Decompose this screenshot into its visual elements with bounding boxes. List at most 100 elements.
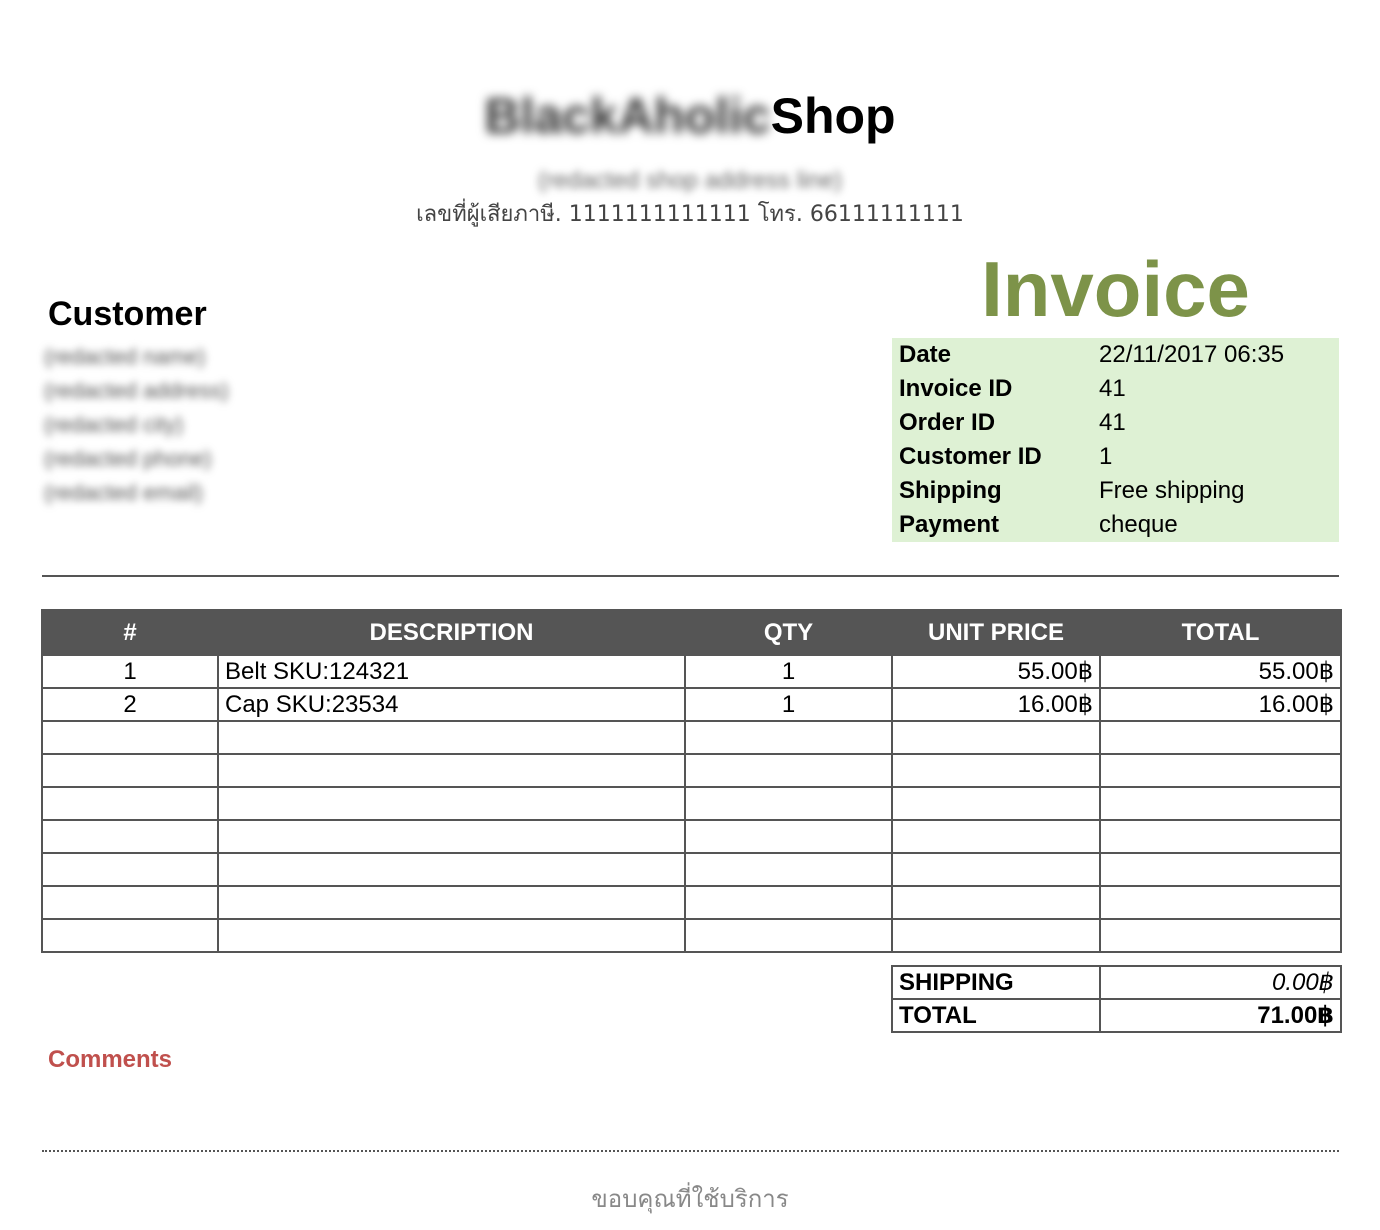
cell-number xyxy=(41,885,219,920)
customer-phone: (redacted phone) xyxy=(44,446,212,471)
cell-total xyxy=(1099,720,1342,755)
cell-number: 1 xyxy=(41,654,219,689)
cell-total xyxy=(1099,852,1342,887)
table-row xyxy=(41,852,1342,887)
meta-value: 41 xyxy=(1099,409,1126,436)
table-row xyxy=(41,753,1342,788)
cell-total: 16.00฿ xyxy=(1099,687,1342,722)
cell-qty: 1 xyxy=(684,654,893,689)
meta-row-invoice-id: Invoice ID 41 xyxy=(892,372,1339,406)
cell-qty xyxy=(684,753,893,788)
cell-total xyxy=(1099,819,1342,854)
customer-city: (redacted city) xyxy=(44,412,184,437)
table-row xyxy=(41,786,1342,821)
summary-row-total: TOTAL 71.00฿ xyxy=(891,998,1342,1033)
cell-total xyxy=(1099,885,1342,920)
cell-number xyxy=(41,918,219,953)
cell-qty xyxy=(684,852,893,887)
customer-email: (redacted email) xyxy=(44,480,203,505)
column-header-unit-price: UNIT PRICE xyxy=(891,609,1101,656)
meta-row-shipping: Shipping Free shipping xyxy=(892,474,1339,508)
meta-row-date: Date 22/11/2017 06:35 xyxy=(892,338,1339,372)
items-header-row: # DESCRIPTION QTY UNIT PRICE TOTAL xyxy=(41,609,1342,656)
meta-row-customer-id: Customer ID 1 xyxy=(892,440,1339,474)
table-row xyxy=(41,918,1342,953)
summary-row-shipping: SHIPPING 0.00฿ xyxy=(891,965,1342,1000)
invoice-meta-box: Date 22/11/2017 06:35 Invoice ID 41 Orde… xyxy=(892,338,1339,542)
cell-unit-price: 16.00฿ xyxy=(891,687,1101,722)
column-header-description: DESCRIPTION xyxy=(217,609,686,656)
shop-title: BlackAholicShop xyxy=(0,86,1380,146)
cell-unit-price xyxy=(891,885,1101,920)
meta-label: Order ID xyxy=(899,409,996,436)
meta-value: cheque xyxy=(1099,511,1178,538)
total-label: TOTAL xyxy=(891,998,1101,1033)
cell-description xyxy=(217,753,686,788)
shipping-label: SHIPPING xyxy=(891,965,1101,1000)
cell-total xyxy=(1099,786,1342,821)
shop-tax-line: เลขที่ผู้เสียภาษี. 1111111111111 โทร. 66… xyxy=(416,202,964,227)
meta-label: Payment xyxy=(899,511,1000,538)
column-header-qty: QTY xyxy=(684,609,893,656)
cell-qty xyxy=(684,885,893,920)
cell-number xyxy=(41,720,219,755)
cell-number xyxy=(41,819,219,854)
cell-description xyxy=(217,720,686,755)
meta-row-order-id: Order ID 41 xyxy=(892,406,1339,440)
thank-you-message: ขอบคุณที่ใช้บริการ xyxy=(591,1185,789,1213)
cell-unit-price: 55.00฿ xyxy=(891,654,1101,689)
cell-qty xyxy=(684,819,893,854)
customer-details-redacted: (redacted name) (redacted address) (reda… xyxy=(44,340,229,510)
column-header-total: TOTAL xyxy=(1099,609,1342,656)
cell-number: 2 xyxy=(41,687,219,722)
cell-qty xyxy=(684,918,893,953)
summary-table: SHIPPING 0.00฿ TOTAL 71.00฿ xyxy=(891,965,1342,1033)
meta-label: Customer ID xyxy=(899,443,1042,470)
cell-unit-price xyxy=(891,819,1101,854)
table-row xyxy=(41,819,1342,854)
comments-label: Comments xyxy=(48,1046,173,1073)
meta-label: Invoice ID xyxy=(899,375,1013,402)
customer-heading: Customer xyxy=(48,295,207,333)
cell-number xyxy=(41,753,219,788)
shipping-value: 0.00฿ xyxy=(1099,965,1342,1000)
cell-total: 55.00฿ xyxy=(1099,654,1342,689)
customer-address: (redacted address) xyxy=(44,378,229,403)
meta-value: 41 xyxy=(1099,375,1126,402)
meta-row-payment: Payment cheque xyxy=(892,508,1339,542)
items-table: # DESCRIPTION QTY UNIT PRICE TOTAL 1 Bel… xyxy=(41,609,1342,953)
cell-qty xyxy=(684,786,893,821)
cell-number xyxy=(41,786,219,821)
total-value: 71.00฿ xyxy=(1099,998,1342,1033)
meta-label: Shipping xyxy=(899,477,1002,504)
cell-total xyxy=(1099,918,1342,953)
cell-total xyxy=(1099,753,1342,788)
column-header-number: # xyxy=(41,609,219,656)
table-row xyxy=(41,885,1342,920)
customer-name: (redacted name) xyxy=(44,344,206,369)
shop-name-redacted: BlackAholic xyxy=(484,88,771,144)
cell-qty xyxy=(684,720,893,755)
shop-name: Shop xyxy=(770,88,896,144)
cell-unit-price xyxy=(891,852,1101,887)
cell-description xyxy=(217,918,686,953)
cell-unit-price xyxy=(891,918,1101,953)
header-divider xyxy=(42,575,1339,577)
cell-qty: 1 xyxy=(684,687,893,722)
table-row xyxy=(41,720,1342,755)
meta-label: Date xyxy=(899,341,952,368)
table-row: 1 Belt SKU:124321 1 55.00฿ 55.00฿ xyxy=(41,654,1342,689)
cell-description xyxy=(217,885,686,920)
cell-description xyxy=(217,786,686,821)
meta-value: 22/11/2017 06:35 xyxy=(1099,341,1285,368)
table-row: 2 Cap SKU:23534 1 16.00฿ 16.00฿ xyxy=(41,687,1342,722)
cell-description: Cap SKU:23534 xyxy=(217,687,686,722)
cell-description xyxy=(217,852,686,887)
cell-unit-price xyxy=(891,753,1101,788)
footer-divider xyxy=(42,1150,1339,1152)
shop-address-redacted: (redacted shop address line) xyxy=(537,167,843,194)
meta-value: Free shipping xyxy=(1099,477,1245,504)
invoice-title: Invoice xyxy=(981,245,1250,333)
cell-description xyxy=(217,819,686,854)
cell-number xyxy=(41,852,219,887)
